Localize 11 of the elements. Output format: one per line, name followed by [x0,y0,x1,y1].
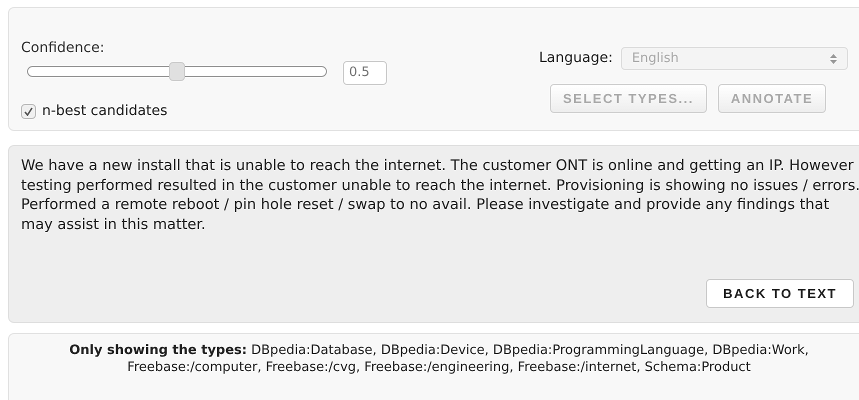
slider-thumb[interactable] [169,62,185,80]
types-text: Only showing the types: DBpedia:Database, DBpedia:Device, DBpedia:ProgrammingLanguage, DBpedia:Work, Freebase:/computer, Freebase:/cvg, Freebase:/engineering, Freebase:/internet, Schema:Product [68,342,810,377]
checkbox-label: n-best candidates [42,102,168,121]
ticket-text: We have a new install that is unable to reach the internet. The customer ONT is online and getting an IP. However testing performed resulted in the customer unable to reach the internet. Provisioning is showing no issues / errors. Performed a remote reboot / pin hole reset / swap to no avail. Please investigate and provide any findings that may assist in this matter. [21,156,859,234]
checkmark-icon [24,107,33,116]
back-to-text-button[interactable]: BACK TO TEXT [706,279,854,308]
language-label: Language: [539,49,613,68]
checkbox[interactable] [21,104,36,119]
updown-icon [830,54,837,64]
confidence-field[interactable]: 0.5 [343,61,387,85]
confidence-label: Confidence: [21,40,106,56]
